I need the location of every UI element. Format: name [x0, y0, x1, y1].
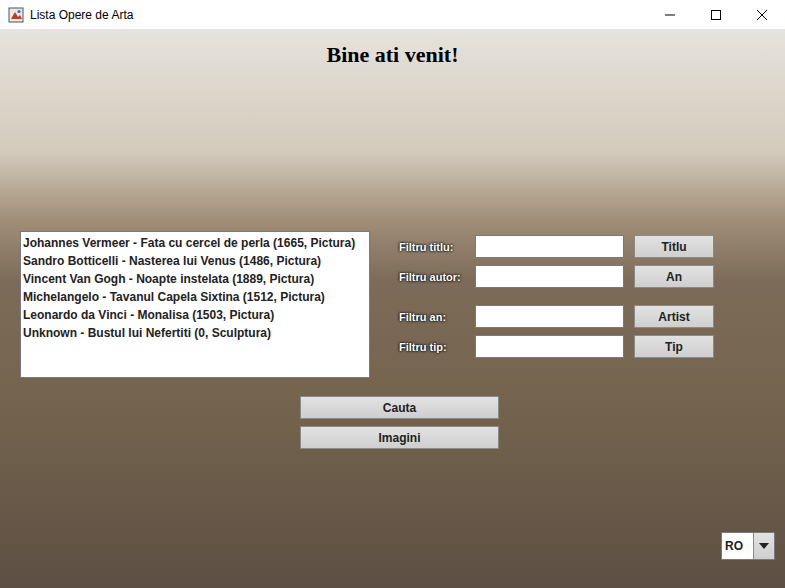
museum-background: Bine ati venit! Johannes Vermeer - Fata c… — [0, 30, 785, 588]
action-buttons: Cauta Imagini — [300, 396, 785, 449]
filter-row: Filtru tip: Tip — [399, 335, 714, 358]
filter-input[interactable] — [475, 265, 624, 288]
filter-label: Filtru an: — [399, 311, 475, 323]
filter-row: Filtru an: Artist — [399, 305, 714, 328]
close-icon[interactable] — [739, 0, 785, 30]
main-row: Johannes Vermeer - Fata cu cercel de per… — [0, 231, 785, 378]
filter-row: Filtru titlu: Titlu — [399, 235, 714, 258]
filter-label: Filtru tip: — [399, 341, 475, 353]
app-icon — [8, 7, 24, 23]
filter-label: Filtru autor: — [399, 271, 475, 283]
action-button[interactable]: Imagini — [300, 426, 499, 449]
action-button[interactable]: Cauta — [300, 396, 499, 419]
window-title: Lista Opere de Arta — [30, 8, 647, 22]
artwork-item[interactable]: Vincent Van Gogh - Noapte instelata (188… — [23, 270, 367, 288]
artwork-item[interactable]: Michelangelo - Tavanul Capela Sixtina (1… — [23, 288, 367, 306]
filter-panel: Filtru titlu:TitluFiltru autor:AnFiltru … — [399, 235, 714, 378]
welcome-heading: Bine ati venit! — [0, 30, 785, 68]
title-bar: Lista Opere de Arta — [0, 0, 785, 30]
artwork-item[interactable]: Johannes Vermeer - Fata cu cercel de per… — [23, 234, 367, 252]
language-combo[interactable]: RO — [721, 532, 775, 560]
filter-input[interactable] — [475, 305, 624, 328]
filter-row: Filtru autor: An — [399, 265, 714, 288]
sort-button[interactable]: Artist — [634, 305, 714, 328]
minimize-icon[interactable] — [647, 0, 693, 30]
artwork-item[interactable]: Unknown - Bustul lui Nefertiti (0, Sculp… — [23, 324, 367, 342]
filter-label: Filtru titlu: — [399, 241, 475, 253]
dropdown-arrow-icon[interactable] — [753, 533, 774, 559]
language-value: RO — [722, 533, 753, 559]
artwork-item[interactable]: Leonardo da Vinci - Monalisa (1503, Pict… — [23, 306, 367, 324]
sort-button[interactable]: Titlu — [634, 235, 714, 258]
sort-button[interactable]: An — [634, 265, 714, 288]
sort-button[interactable]: Tip — [634, 335, 714, 358]
artwork-item[interactable]: Sandro Botticelli - Nasterea lui Venus (… — [23, 252, 367, 270]
maximize-icon[interactable] — [693, 0, 739, 30]
artwork-list[interactable]: Johannes Vermeer - Fata cu cercel de per… — [20, 231, 370, 378]
filter-input[interactable] — [475, 235, 624, 258]
filter-input[interactable] — [475, 335, 624, 358]
